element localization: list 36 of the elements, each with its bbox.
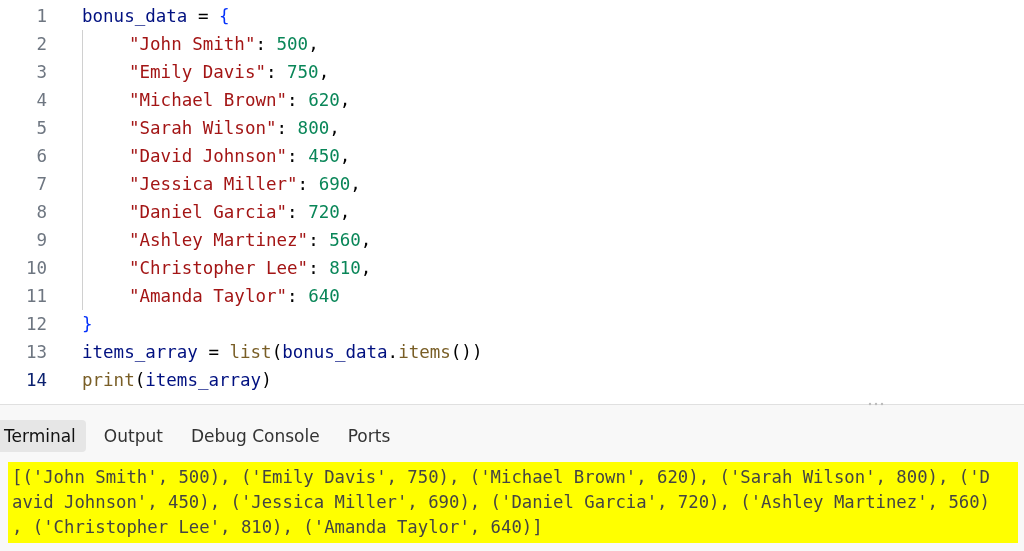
line-number: 9 — [35, 230, 47, 250]
line-number: 7 — [35, 174, 47, 194]
code-line: "Daniel Garcia": 720, — [82, 198, 351, 226]
line-number: 12 — [24, 314, 47, 334]
sash-handle-icon[interactable] — [868, 402, 884, 406]
code-line: "Jessica Miller": 690, — [82, 170, 361, 198]
code-line: bonus_data = { — [82, 5, 230, 28]
code-line: "Christopher Lee": 810, — [82, 254, 372, 282]
code-line: "John Smith": 500, — [82, 30, 319, 58]
panel-tab[interactable]: Debug Console — [180, 420, 330, 452]
line-number: 5 — [35, 118, 47, 138]
panel-tab[interactable]: Ports — [337, 420, 401, 452]
line-number: 14 — [24, 370, 47, 390]
line-number: 13 — [24, 342, 47, 362]
code-line: print(items_array) — [82, 369, 272, 392]
terminal-line: , ('Christopher Lee', 810), ('Amanda Taylor', 640)] — [12, 516, 544, 539]
terminal-line: [('John Smith', 500), ('Emily Davis', 750), ('Michael Brown', 620), ('Sarah Wilson', 800), ('D — [12, 466, 991, 489]
code-line: "David Johnson": 450, — [82, 142, 351, 170]
line-number: 8 — [35, 202, 47, 222]
code-line: "Emily Davis": 750, — [82, 58, 330, 86]
line-number: 2 — [35, 34, 47, 54]
panel-tab[interactable]: Terminal — [0, 420, 86, 452]
line-number: 3 — [35, 62, 47, 82]
line-number: 11 — [24, 286, 47, 306]
line-number: 10 — [24, 258, 47, 278]
code-line: "Ashley Martinez": 560, — [82, 226, 372, 254]
code-line: "Amanda Taylor": 640 — [82, 282, 340, 310]
line-number: 1 — [35, 6, 47, 26]
code-line: } — [82, 313, 93, 336]
code-line: "Michael Brown": 620, — [82, 86, 351, 114]
line-number: 6 — [35, 146, 47, 166]
line-number: 4 — [35, 90, 47, 110]
code-line: items_array = list(bonus_data.items()) — [82, 341, 483, 364]
code-line: "Sarah Wilson": 800, — [82, 114, 340, 142]
terminal-line: avid Johnson', 450), ('Jessica Miller', 690), ('Daniel Garcia', 720), ('Ashley Martinez', 560) — [12, 491, 991, 514]
panel-tab[interactable]: Output — [93, 420, 173, 452]
